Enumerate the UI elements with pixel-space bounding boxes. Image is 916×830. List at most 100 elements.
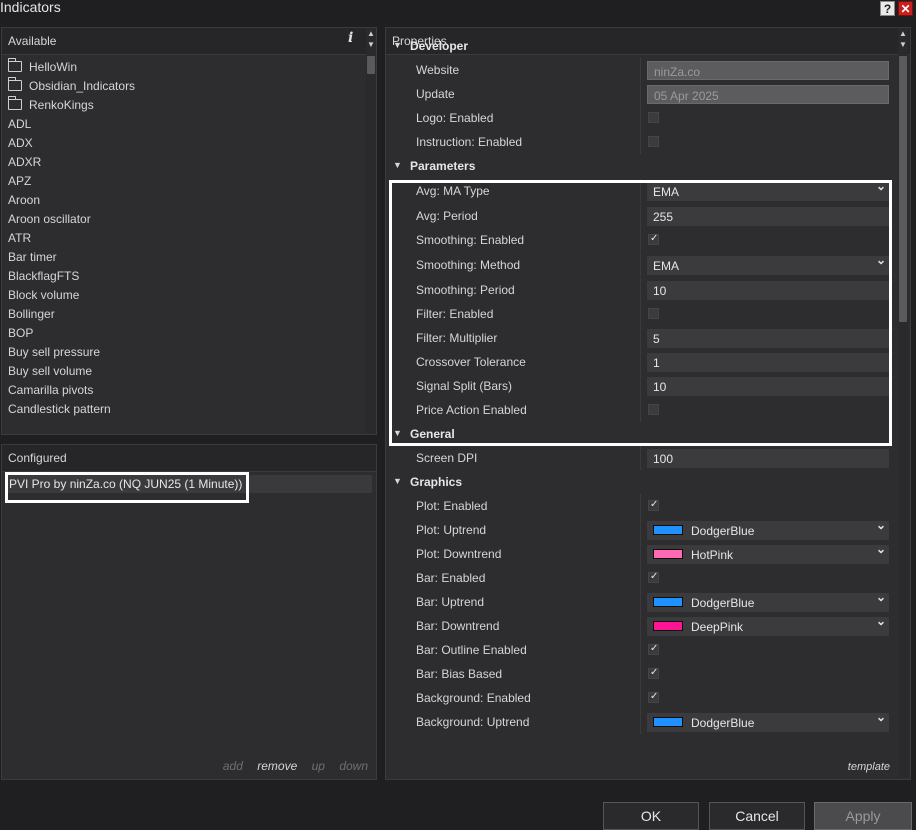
scroll-up-icon[interactable]: ▲ (366, 29, 376, 39)
item-label: Obsidian_Indicators (29, 79, 136, 93)
chevron-down-icon[interactable]: ⌄ (876, 542, 886, 556)
indicator-item[interactable]: ATR (2, 229, 362, 248)
remove-link[interactable]: remove (257, 759, 297, 773)
property-row: Plot: Uptrend DodgerBlue ⌄ (386, 518, 890, 542)
property-row: Screen DPI 100 (386, 446, 890, 470)
configured-title: Configured (8, 451, 67, 465)
configured-highlight (5, 472, 249, 503)
column-divider (640, 638, 641, 662)
indicator-item[interactable]: ADXR (2, 153, 362, 172)
checkbox[interactable]: ✓ (648, 691, 659, 703)
checkbox[interactable]: ✓ (648, 571, 659, 583)
down-link[interactable]: down (339, 759, 368, 773)
close-button[interactable]: ✕ (898, 1, 913, 16)
chevron-down-icon[interactable]: ⌄ (876, 614, 886, 628)
item-label: ATR (8, 231, 32, 245)
color-picker[interactable]: DeepPink ⌄ (647, 614, 889, 636)
column-divider (640, 106, 641, 130)
indicator-item[interactable]: BlackflagFTS (2, 267, 362, 286)
column-divider (640, 82, 641, 106)
folder-item[interactable]: RenkoKings (2, 96, 362, 115)
color-picker[interactable]: DodgerBlue ⌄ (647, 518, 889, 540)
indicator-item[interactable]: ADX (2, 134, 362, 153)
ok-button[interactable]: OK (603, 802, 699, 830)
indicator-item[interactable]: Bollinger (2, 305, 362, 324)
chevron-down-icon[interactable]: ⌄ (876, 518, 886, 532)
property-name: Bar: Outline Enabled (416, 643, 527, 657)
property-row: Bar: Downtrend DeepPink ⌄ (386, 614, 890, 638)
category-parameters[interactable]: ▼ Parameters (386, 154, 890, 178)
chevron-down-icon[interactable]: ⌄ (876, 590, 886, 604)
folder-item[interactable]: HelloWin (2, 58, 362, 77)
checkbox[interactable]: ✓ (648, 499, 659, 511)
item-label: APZ (8, 174, 32, 188)
indicator-item[interactable]: Buy sell volume (2, 362, 362, 381)
property-name: Bar: Enabled (416, 571, 486, 585)
color-picker[interactable]: DodgerBlue ⌄ (647, 590, 889, 612)
chevron-down-icon[interactable]: ▼ (393, 476, 402, 486)
folder-item[interactable]: Obsidian_Indicators (2, 77, 362, 96)
folder-icon (8, 96, 22, 110)
scroll-thumb[interactable] (899, 56, 907, 322)
indicator-item[interactable]: Buy sell pressure (2, 343, 362, 362)
indicator-item[interactable]: Candlestick pattern (2, 400, 362, 419)
indicator-item[interactable]: Camarilla pivots (2, 381, 362, 400)
value-field[interactable]: 100 (647, 449, 889, 468)
apply-button[interactable]: Apply (814, 802, 912, 830)
color-swatch (653, 717, 683, 727)
column-divider (640, 686, 641, 710)
checkbox[interactable] (648, 112, 659, 123)
properties-scrollbar[interactable]: ▲ ▼ (898, 28, 908, 778)
checkbox[interactable]: ✓ (648, 643, 659, 655)
item-label: Buy sell pressure (8, 345, 101, 359)
property-row: Background: Enabled ✓ (386, 686, 890, 710)
color-picker[interactable]: HotPink ⌄ (647, 542, 889, 564)
indicator-item[interactable]: APZ (2, 172, 362, 191)
property-row: Bar: Uptrend DodgerBlue ⌄ (386, 590, 890, 614)
checkbox[interactable]: ✓ (648, 667, 659, 679)
scroll-up-icon[interactable]: ▲ (898, 29, 908, 39)
check-icon: ✓ (650, 571, 659, 582)
chevron-down-icon[interactable]: ⌄ (876, 710, 886, 724)
indicator-item[interactable]: Bar timer (2, 248, 362, 267)
column-divider (640, 446, 641, 470)
checkbox[interactable] (648, 136, 659, 147)
folder-icon (8, 77, 22, 91)
scroll-down-icon[interactable]: ▼ (366, 40, 376, 50)
item-label: RenkoKings (29, 98, 94, 112)
up-link[interactable]: up (312, 759, 325, 773)
scroll-down-icon[interactable]: ▼ (898, 40, 908, 50)
template-link[interactable]: template (848, 761, 890, 773)
indicator-item[interactable]: Aroon (2, 191, 362, 210)
color-swatch (653, 621, 683, 631)
value-text: DeepPink (691, 620, 744, 634)
check-icon: ✓ (650, 691, 659, 702)
category-graphics[interactable]: ▼ Graphics (386, 470, 890, 494)
property-row: Bar: Outline Enabled ✓ (386, 638, 890, 662)
indicator-item[interactable]: BOP (2, 324, 362, 343)
add-link[interactable]: add (223, 759, 243, 773)
color-swatch (653, 549, 683, 559)
chevron-down-icon[interactable]: ▼ (393, 40, 402, 50)
cancel-button[interactable]: Cancel (709, 802, 805, 830)
property-name: Update (416, 87, 455, 101)
available-scrollbar[interactable]: ▲ ▼ (366, 28, 376, 434)
chevron-down-icon[interactable]: ▼ (393, 160, 402, 170)
available-header: Available i (2, 28, 376, 55)
indicator-item[interactable]: Block volume (2, 286, 362, 305)
item-label: ADL (8, 117, 32, 131)
available-title: Available (8, 34, 57, 48)
info-icon[interactable]: i (348, 30, 353, 46)
column-divider (640, 494, 641, 518)
indicator-item[interactable]: Aroon oscillator (2, 210, 362, 229)
color-picker[interactable]: DodgerBlue ⌄ (647, 710, 889, 732)
category-developer[interactable]: ▼ Developer (386, 34, 890, 58)
help-button[interactable]: ? (880, 1, 895, 16)
property-name: Background: Uptrend (416, 715, 530, 729)
value-text: HotPink (691, 548, 734, 562)
parameters-highlight (389, 180, 892, 446)
scroll-thumb[interactable] (367, 56, 375, 74)
property-name: Plot: Enabled (416, 499, 488, 513)
indicator-item[interactable]: ADL (2, 115, 362, 134)
category-label: Developer (410, 39, 469, 53)
